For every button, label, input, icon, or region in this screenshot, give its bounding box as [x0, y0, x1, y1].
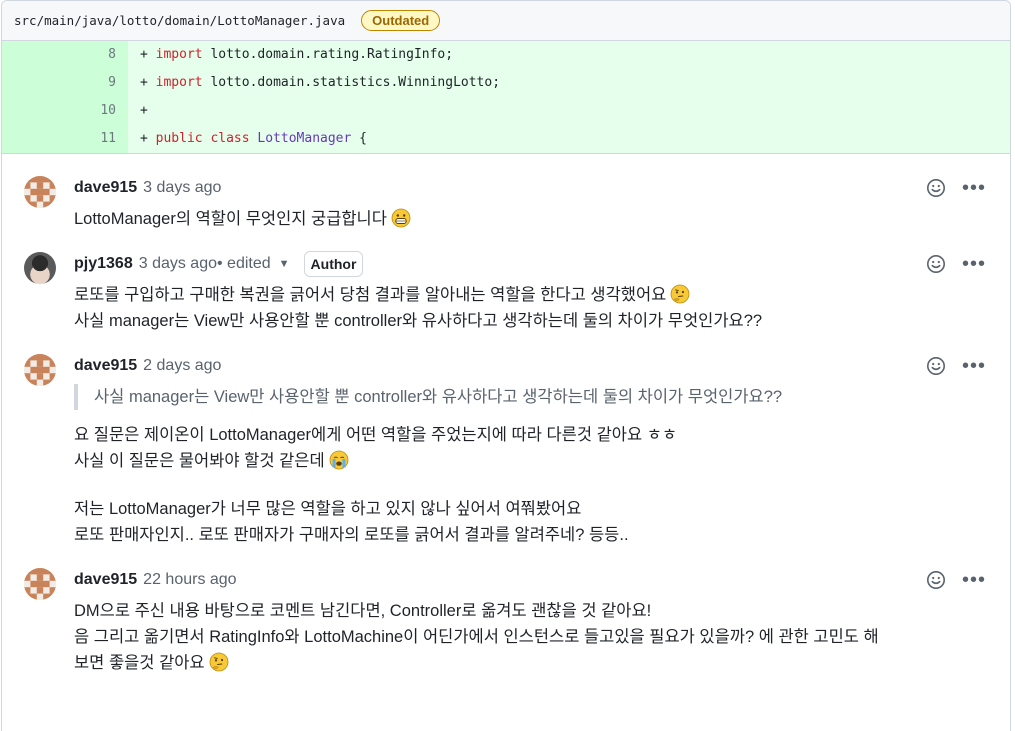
- timestamp-link[interactable]: 3 days ago: [143, 179, 221, 197]
- blockquote: 사실 manager는 View만 사용안할 뿐 controller와 유사하…: [74, 384, 994, 410]
- triangle-down-icon[interactable]: ▼: [279, 258, 290, 270]
- comment: dave915 22 hours ago DM으로 주신 내용 바탕으로 코멘트…: [2, 554, 1010, 682]
- comment-actions: •••: [926, 254, 986, 274]
- smiley-icon[interactable]: [926, 178, 946, 198]
- author-link[interactable]: dave915: [74, 357, 137, 375]
- line-number[interactable]: 10: [2, 97, 128, 125]
- comment-thread: dave915 3 days ago LottoManager의 역할이 무엇인…: [2, 153, 1010, 682]
- line-number[interactable]: 9: [2, 69, 128, 97]
- kebab-menu-icon[interactable]: •••: [962, 254, 986, 274]
- diff-code-line: + import lotto.domain.rating.RatingInfo;: [140, 47, 454, 62]
- diff-row: 8 + import lotto.domain.rating.RatingInf…: [2, 41, 1010, 69]
- author-link[interactable]: dave915: [74, 179, 137, 197]
- kebab-menu-icon[interactable]: •••: [962, 570, 986, 590]
- kebab-menu-icon[interactable]: •••: [962, 178, 986, 198]
- kebab-menu-icon[interactable]: •••: [962, 356, 986, 376]
- diff-snippet: 8 + import lotto.domain.rating.RatingInf…: [2, 41, 1010, 153]
- timestamp-link[interactable]: 2 days ago: [143, 357, 221, 375]
- outdated-badge: Outdated: [361, 10, 441, 31]
- comment-text: LottoManager의 역할이 무엇인지 궁급합니다: [74, 206, 994, 232]
- diff-code-line: + public class LottoManager {: [140, 131, 367, 146]
- thinking-emoji-icon: [670, 284, 690, 304]
- comment-text: DM으로 주신 내용 바탕으로 코멘트 남긴다면, Controller로 옮겨…: [74, 602, 879, 672]
- avatar[interactable]: [24, 568, 56, 600]
- edited-dropdown[interactable]: • edited: [217, 255, 271, 273]
- comment-body: dave915 22 hours ago DM으로 주신 내용 바탕으로 코멘트…: [74, 568, 994, 676]
- author-badge: Author: [303, 251, 364, 277]
- smiley-icon[interactable]: [926, 356, 946, 376]
- comment-body: dave915 3 days ago LottoManager의 역할이 무엇인…: [74, 176, 994, 232]
- sob-emoji-icon: [329, 450, 349, 470]
- grin-emoji-icon: [391, 208, 411, 228]
- comment-actions: •••: [926, 356, 986, 376]
- file-path-link[interactable]: src/main/java/lotto/domain/LottoManager.…: [14, 13, 345, 28]
- comment-actions: •••: [926, 178, 986, 198]
- comment-text: 사실 manager는 View만 사용안할 뿐 controller와 유사하…: [74, 384, 994, 548]
- author-link[interactable]: pjy1368: [74, 255, 133, 273]
- comment-header: pjy1368 3 days ago • edited ▼ Author: [74, 251, 994, 277]
- comment: dave915 2 days ago 사실 manager는 View만 사용안…: [2, 340, 1010, 554]
- comment: dave915 3 days ago LottoManager의 역할이 무엇인…: [2, 162, 1010, 238]
- comment-header: dave915 3 days ago: [74, 176, 994, 200]
- comment-header: dave915 22 hours ago: [74, 568, 994, 592]
- line-number[interactable]: 8: [2, 41, 128, 69]
- file-header: src/main/java/lotto/domain/LottoManager.…: [2, 1, 1010, 41]
- comment-body: dave915 2 days ago 사실 manager는 View만 사용안…: [74, 354, 994, 548]
- comment: pjy1368 3 days ago • edited ▼ Author 로또를…: [2, 238, 1010, 340]
- avatar[interactable]: [24, 252, 56, 284]
- diff-row: 9 + import lotto.domain.statistics.Winni…: [2, 69, 1010, 97]
- review-thread-panel: src/main/java/lotto/domain/LottoManager.…: [1, 0, 1011, 731]
- diff-row: 11 + public class LottoManager {: [2, 125, 1010, 153]
- diff-code-line: +: [140, 103, 148, 118]
- diff-row: 10 +: [2, 97, 1010, 125]
- thinking-emoji-icon: [209, 652, 229, 672]
- timestamp-link[interactable]: 3 days ago: [139, 255, 217, 273]
- author-link[interactable]: dave915: [74, 571, 137, 589]
- timestamp-link[interactable]: 22 hours ago: [143, 571, 236, 589]
- comment-actions: •••: [926, 570, 986, 590]
- smiley-icon[interactable]: [926, 254, 946, 274]
- smiley-icon[interactable]: [926, 570, 946, 590]
- diff-code-line: + import lotto.domain.statistics.Winning…: [140, 75, 501, 90]
- comment-body: pjy1368 3 days ago • edited ▼ Author 로또를…: [74, 251, 994, 334]
- line-number[interactable]: 11: [2, 125, 128, 153]
- avatar[interactable]: [24, 354, 56, 386]
- comment-header: dave915 2 days ago: [74, 354, 994, 378]
- comment-text: 로또를 구입하고 구매한 복권을 긁어서 당첨 결과를 알아내는 역할을 한다고…: [74, 284, 763, 330]
- avatar[interactable]: [24, 176, 56, 208]
